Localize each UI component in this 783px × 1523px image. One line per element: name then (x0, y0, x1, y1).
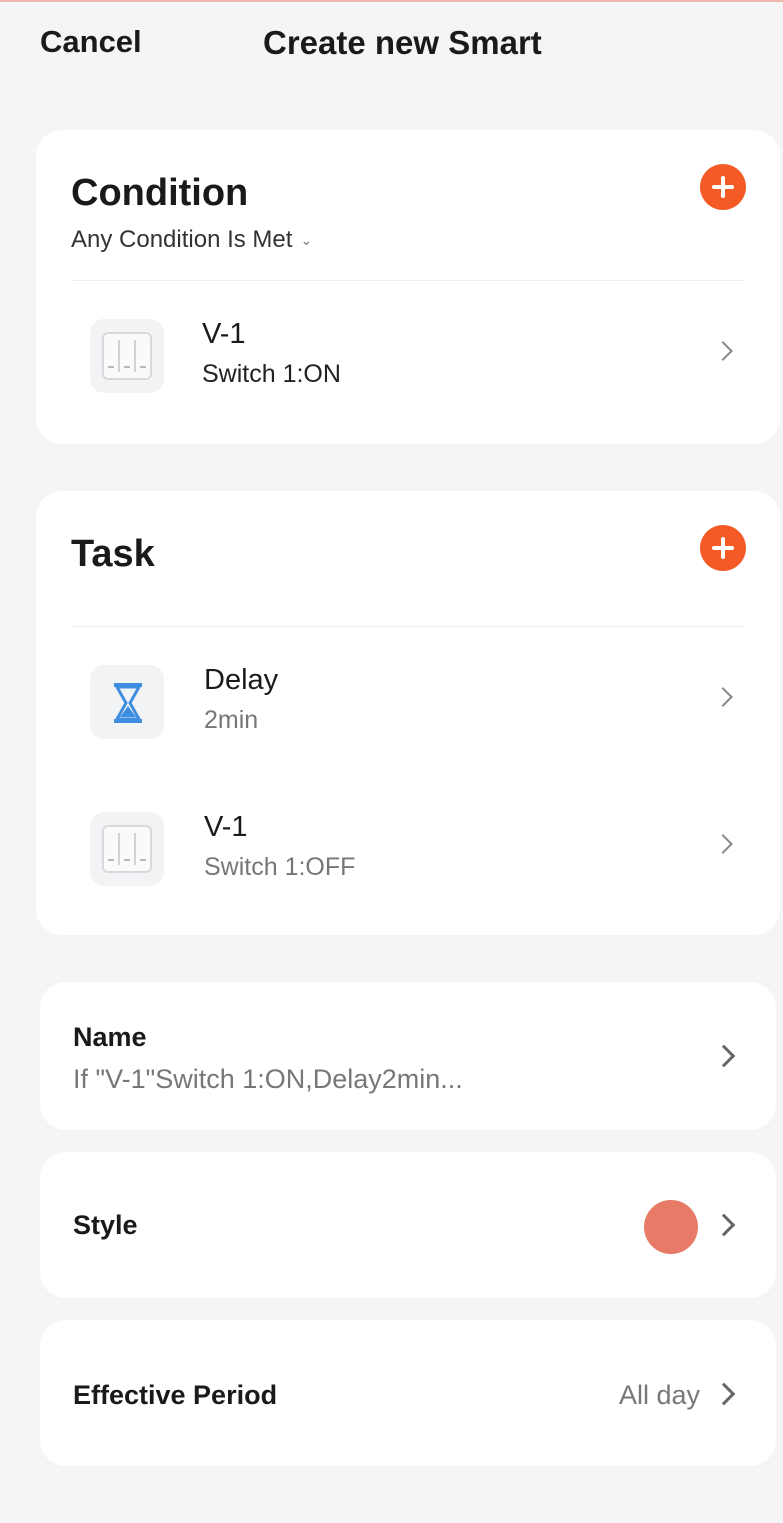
switch-panel-icon (90, 812, 164, 886)
style-color-swatch (644, 1200, 698, 1254)
hourglass-icon (90, 665, 164, 739)
task-row-delay[interactable]: Delay 2min (36, 652, 780, 752)
condition-device-detail: Switch 1:ON (202, 360, 341, 388)
chevron-right-icon (713, 834, 733, 854)
condition-device-name: V-1 (202, 318, 246, 350)
task-card: Task Delay 2min V-1 Switch 1:OFF (36, 491, 780, 935)
switch-panel-icon (90, 319, 164, 393)
name-setting[interactable]: Name If "V-1"Switch 1:ON,Delay2min... (40, 982, 776, 1130)
condition-row-v1[interactable]: V-1 Switch 1:ON (36, 306, 780, 406)
task-delay-detail: 2min (204, 706, 259, 734)
header: Cancel Create new Smart (0, 0, 783, 90)
task-row-v1[interactable]: V-1 Switch 1:OFF (36, 799, 780, 899)
task-device-detail: Switch 1:OFF (204, 853, 356, 881)
style-label: Style (73, 1210, 138, 1240)
add-task-button[interactable] (700, 525, 746, 571)
task-delay-name: Delay (204, 664, 279, 696)
chevron-right-icon (713, 341, 733, 361)
chevron-right-icon (713, 687, 733, 707)
condition-title: Condition (71, 172, 249, 214)
page-title: Create new Smart (263, 24, 542, 61)
chevron-right-icon (712, 1382, 736, 1406)
add-condition-button[interactable] (700, 164, 746, 210)
divider (71, 626, 745, 627)
condition-mode-dropdown[interactable]: Any Condition Is Met ⌄ (71, 226, 312, 254)
chevron-right-icon (712, 1213, 736, 1237)
effective-period-setting[interactable]: Effective Period All day (40, 1320, 776, 1466)
chevron-down-icon: ⌄ (300, 232, 313, 249)
divider (71, 280, 745, 281)
cancel-button[interactable]: Cancel (40, 24, 142, 60)
name-label: Name (73, 1022, 147, 1052)
effective-period-label: Effective Period (73, 1380, 278, 1410)
task-title: Task (71, 533, 155, 575)
effective-period-value: All day (618, 1380, 700, 1410)
style-setting[interactable]: Style (40, 1152, 776, 1298)
chevron-right-icon (712, 1044, 736, 1068)
task-device-name: V-1 (204, 811, 248, 843)
condition-mode-label: Any Condition Is Met (71, 226, 293, 253)
name-value: If "V-1"Switch 1:ON,Delay2min... (73, 1064, 463, 1094)
condition-card: Condition Any Condition Is Met ⌄ V-1 Swit… (36, 130, 780, 444)
